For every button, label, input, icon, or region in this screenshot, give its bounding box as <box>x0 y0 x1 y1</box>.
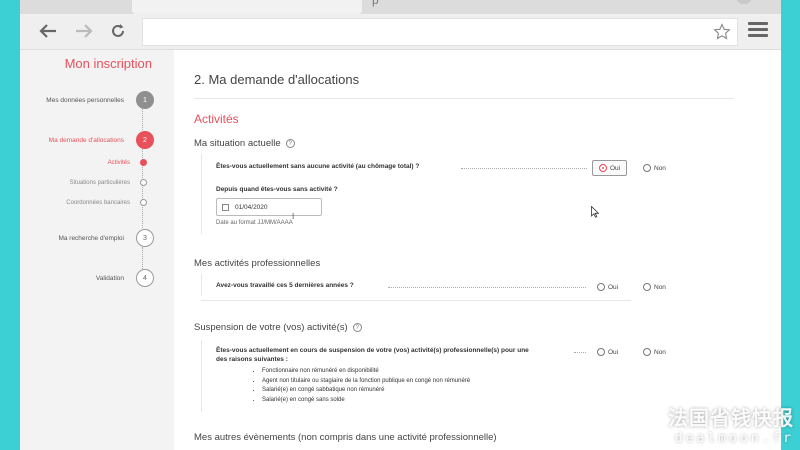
substep-special-situations[interactable]: Situations particulières <box>70 179 147 186</box>
substep-activities[interactable]: Activités <box>108 159 147 166</box>
substep-dot <box>140 159 147 166</box>
list-item: Agent non titulaire ou stagiaire de la f… <box>262 377 470 387</box>
leader-dots <box>574 352 586 353</box>
leader-dots <box>388 287 586 288</box>
browser-tab[interactable] <box>132 0 362 14</box>
step-job-search[interactable]: Ma recherche d'emploi 3 <box>58 229 154 247</box>
section-title: Activités <box>194 112 239 126</box>
date-hint: Date au format JJ/MM/AAAA <box>216 220 293 226</box>
main-form: 2. Ma demande d'allocations Activités Ma… <box>174 50 781 450</box>
substep-dot <box>140 179 147 186</box>
browser-window: p Mon inscription Mes données personnell… <box>20 0 781 450</box>
situation-title: Ma situation actuelle ? <box>194 138 295 149</box>
worked-no-radio[interactable]: Non <box>643 283 666 291</box>
substep-bank-details[interactable]: Coordonnées bancaires <box>66 199 147 206</box>
date-value: 01/04/2020 <box>235 203 268 211</box>
suspension-question: Êtes-vous actuellement en cours de suspe… <box>216 347 529 354</box>
suspension-no-radio[interactable]: Non <box>643 348 666 356</box>
calendar-icon <box>222 203 229 211</box>
radio-label: Non <box>654 283 666 291</box>
step-number: 1 <box>136 91 154 109</box>
divider <box>201 300 631 301</box>
suspension-yes-radio[interactable]: Oui <box>597 348 618 356</box>
suspension-question-cont: des raisons suivantes : <box>216 356 288 363</box>
radio-label: Oui <box>608 283 619 291</box>
star-icon[interactable] <box>713 23 731 41</box>
help-icon[interactable]: ? <box>352 323 362 332</box>
radio-circle <box>599 164 607 172</box>
other-events-title-text: Mes autres évènements (non compris dans … <box>194 432 497 443</box>
page-title: 2. Ma demande d'allocations <box>194 72 360 87</box>
watermark-url: dealmoon.fr <box>674 431 794 446</box>
address-bar[interactable] <box>142 18 738 46</box>
list-item: Salarié(e) en congé sans solde <box>262 396 470 406</box>
reload-icon <box>112 24 124 37</box>
step-label: Mes données personnelles <box>46 96 124 104</box>
situation-title-text: Ma situation actuelle <box>194 138 281 149</box>
substep-dot <box>140 199 147 206</box>
step-connector <box>142 247 143 269</box>
reasons-list: Fonctionnaire non rémunéré en disponibil… <box>262 367 470 405</box>
block-rule <box>201 274 202 296</box>
step-label: Ma recherche d'emploi <box>58 234 124 242</box>
sidebar-title: Mon inscription <box>64 56 152 71</box>
watermark-title: 法国省钱快报 <box>668 408 794 430</box>
watermark: 法国省钱快报 dealmoon.fr <box>668 402 794 446</box>
tab-control[interactable] <box>737 0 751 4</box>
list-item: Fonctionnaire non rémunéré en disponibil… <box>262 367 470 377</box>
mouse-pointer-icon <box>591 206 599 218</box>
hamburger-menu-icon[interactable] <box>746 20 770 44</box>
radio-circle <box>597 348 605 356</box>
other-events-title: Mes autres évènements (non compris dans … <box>194 432 497 443</box>
worked-yes-radio[interactable]: Oui <box>597 283 618 291</box>
radio-circle <box>643 348 651 356</box>
unemployed-no-radio[interactable]: Non <box>643 164 666 172</box>
radio-circle <box>643 283 651 291</box>
step-connector <box>142 109 143 130</box>
step-allocation-request[interactable]: Ma demande d'allocations 2 <box>49 131 154 149</box>
step-label: Ma demande d'allocations <box>48 136 124 144</box>
block-rule <box>201 154 202 234</box>
radio-label: Non <box>654 164 666 172</box>
progress-sidebar: Mon inscription Mes données personnelles… <box>20 50 174 450</box>
step-label: Validation <box>95 274 124 282</box>
suspension-title: Suspension de votre (vos) activité(s) ? <box>194 322 362 333</box>
arrow-left-icon <box>39 24 56 38</box>
reload-button[interactable] <box>106 19 130 43</box>
divider <box>194 98 734 99</box>
step-number: 4 <box>136 269 154 287</box>
browser-toolbar <box>20 14 781 50</box>
substep-label: Situations particulières <box>69 179 130 186</box>
unemployed-yes-radio[interactable]: Oui <box>592 160 628 176</box>
tab-title: p <box>372 0 379 7</box>
unemployed-question: Êtes-vous actuellement sans aucune activ… <box>216 163 420 170</box>
substep-label: Coordonnées bancaires <box>66 199 130 206</box>
radio-label: Oui <box>610 164 621 172</box>
since-question: Depuis quand êtes-vous sans activité ? <box>216 186 338 193</box>
radio-circle <box>597 283 605 291</box>
step-number: 3 <box>136 229 154 247</box>
list-item: Salarié(e) en congé sabbatique non rémun… <box>262 386 470 396</box>
forward-button[interactable] <box>72 19 96 43</box>
tab-strip: p <box>20 0 781 14</box>
worked-question: Avez-vous travaillé ces 5 dernières anné… <box>216 282 354 289</box>
help-icon[interactable]: ? <box>285 139 295 148</box>
step-validation[interactable]: Validation 4 <box>96 269 154 287</box>
substep-label: Activités <box>107 159 130 166</box>
step-number: 2 <box>136 131 154 149</box>
pro-title: Mes activités professionnelles <box>194 258 320 269</box>
step-personal-data[interactable]: Mes données personnelles 1 <box>46 91 154 109</box>
radio-circle <box>643 164 651 172</box>
radio-label: Oui <box>608 348 619 356</box>
radio-label: Non <box>654 348 666 356</box>
leader-dots <box>461 168 587 169</box>
pro-title-text: Mes activités professionnelles <box>194 258 321 269</box>
block-rule <box>201 340 202 412</box>
arrow-right-icon <box>76 24 93 38</box>
back-button[interactable] <box>36 19 60 43</box>
suspension-title-text: Suspension de votre (vos) activité(s) <box>194 322 348 333</box>
date-field[interactable]: 01/04/2020 <box>216 198 322 216</box>
